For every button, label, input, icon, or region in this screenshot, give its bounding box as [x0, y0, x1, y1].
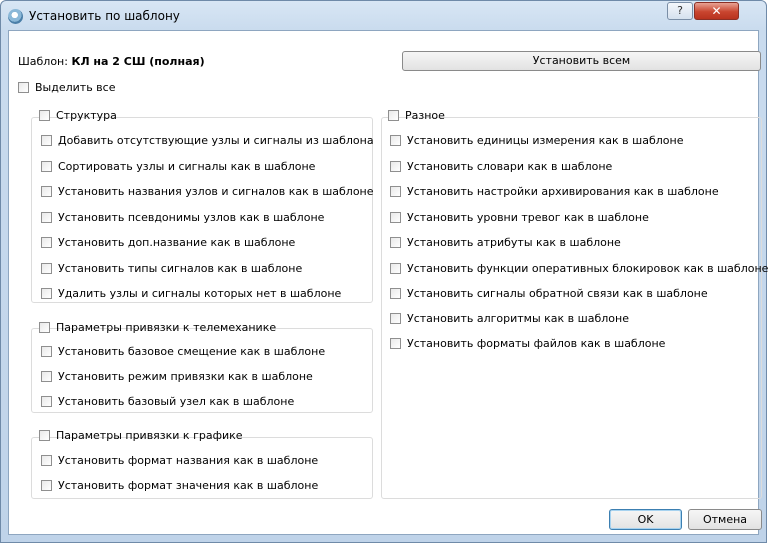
checkbox-box[interactable]: [390, 237, 401, 248]
checkbox-box[interactable]: [41, 161, 52, 172]
telemechanics-item-label: Установить базовый узел как в шаблоне: [58, 395, 295, 408]
misc-item-label: Установить форматы файлов как в шаблоне: [407, 337, 666, 350]
misc-group-checkbox[interactable]: Разное: [388, 109, 445, 123]
misc-group-title: Разное: [405, 109, 445, 122]
misc-item-label: Установить алгоритмы как в шаблоне: [407, 312, 629, 325]
template-label: Шаблон: КЛ на 2 СШ (полная): [18, 55, 205, 68]
ok-button[interactable]: OK: [609, 509, 682, 530]
graphics-item-label: Установить формат значения как в шаблоне: [58, 479, 319, 492]
checkbox-box[interactable]: [41, 455, 52, 466]
title-bar[interactable]: Установить по шаблону ? ✕: [1, 1, 766, 31]
set-all-button[interactable]: Установить всем: [402, 51, 761, 71]
template-name: КЛ на 2 СШ (полная): [71, 55, 205, 68]
structure-group-checkbox[interactable]: Структура: [39, 109, 117, 123]
checkbox-box[interactable]: [41, 288, 52, 299]
telemechanics-group-checkbox[interactable]: Параметры привязки к телемеханике: [39, 321, 276, 335]
structure-group-title: Структура: [56, 109, 117, 122]
checkbox-box[interactable]: [390, 313, 401, 324]
telemechanics-group-title: Параметры привязки к телемеханике: [56, 321, 277, 334]
misc-group: [381, 117, 762, 499]
checkbox-box[interactable]: [39, 430, 50, 441]
checkbox-box[interactable]: [41, 186, 52, 197]
checkbox-box[interactable]: [390, 288, 401, 299]
misc-item-label: Установить настройки архивирования как в…: [407, 185, 719, 198]
graphics-item-label: Установить формат названия как в шаблоне: [58, 454, 319, 467]
graphics-group-title: Параметры привязки к графике: [56, 429, 243, 442]
telemechanics-item-label: Установить режим привязки как в шаблоне: [58, 370, 313, 383]
checkbox-box[interactable]: [41, 237, 52, 248]
cancel-button[interactable]: Отмена: [688, 509, 762, 530]
checkbox-box[interactable]: [41, 346, 52, 357]
checkbox-box[interactable]: [41, 263, 52, 274]
structure-item-label: Установить доп.название как в шаблоне: [58, 236, 296, 249]
misc-item-label: Установить сигналы обратной связи как в …: [407, 287, 708, 300]
structure-item-label: Сортировать узлы и сигналы как в шаблоне: [58, 160, 316, 173]
misc-item-label: Установить единицы измерения как в шабло…: [407, 134, 684, 147]
window-title: Установить по шаблону: [29, 9, 180, 23]
checkbox-box[interactable]: [18, 82, 29, 93]
structure-item-label: Установить типы сигналов как в шаблоне: [58, 262, 303, 275]
checkbox-box[interactable]: [390, 263, 401, 274]
misc-item-label: Установить атрибуты как в шаблоне: [407, 236, 621, 249]
checkbox-box[interactable]: [39, 322, 50, 333]
checkbox-box[interactable]: [388, 110, 399, 121]
checkbox-box[interactable]: [41, 396, 52, 407]
structure-item-label: Установить псевдонимы узлов как в шаблон…: [58, 211, 325, 224]
checkbox-box[interactable]: [390, 186, 401, 197]
checkbox-box[interactable]: [41, 135, 52, 146]
app-icon: [8, 9, 23, 24]
telemechanics-item-label: Установить базовое смещение как в шаблон…: [58, 345, 326, 358]
checkbox-box[interactable]: [390, 135, 401, 146]
checkbox-box[interactable]: [41, 212, 52, 223]
checkbox-box[interactable]: [39, 110, 50, 121]
structure-item-label: Установить названия узлов и сигналов как…: [58, 185, 374, 198]
checkbox-box[interactable]: [390, 161, 401, 172]
checkbox-box[interactable]: [41, 371, 52, 382]
checkbox-box[interactable]: [390, 338, 401, 349]
close-button[interactable]: ✕: [694, 2, 739, 20]
select-all-label: Выделить все: [35, 81, 116, 94]
checkbox-box[interactable]: [390, 212, 401, 223]
graphics-group-checkbox[interactable]: Параметры привязки к графике: [39, 429, 243, 443]
misc-item-label: Установить функции оперативных блокирово…: [407, 262, 769, 275]
structure-item-label: Удалить узлы и сигналы которых нет в шаб…: [58, 287, 342, 300]
help-button[interactable]: ?: [667, 2, 693, 20]
misc-item-label: Установить уровни тревог как в шаблоне: [407, 211, 649, 224]
misc-item-label: Установить словари как в шаблоне: [407, 160, 613, 173]
structure-item-label: Добавить отсутствующие узлы и сигналы из…: [58, 134, 374, 147]
template-label-prefix: Шаблон:: [18, 55, 72, 68]
checkbox-box[interactable]: [41, 480, 52, 491]
